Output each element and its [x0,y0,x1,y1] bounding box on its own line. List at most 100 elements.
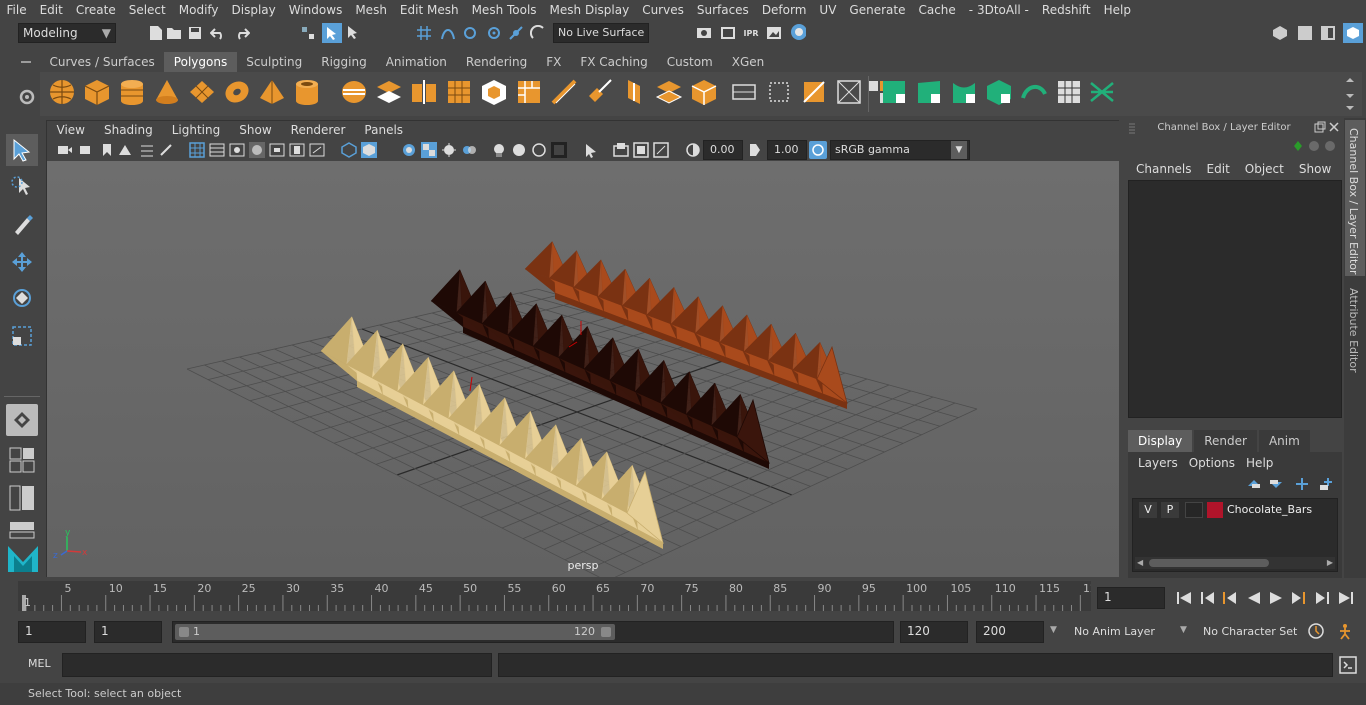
shelf-scroll-icon[interactable] [1345,76,1355,112]
anim-layer-dropdown[interactable]: No Anim Layer [1068,621,1176,643]
layer-menu-options[interactable]: Options [1185,454,1242,472]
green-cube-icon[interactable] [985,78,1013,106]
auto-key-icon[interactable] [1307,622,1325,640]
menu-help[interactable]: Help [1097,0,1137,20]
menu-cache[interactable]: Cache [912,0,962,20]
ipr-render-icon[interactable]: IPR [743,25,759,41]
script-editor-icon[interactable] [1339,656,1357,674]
channel-menu-edit[interactable]: Edit [1201,160,1239,178]
auto-map-uv-icon[interactable] [730,78,758,106]
resolution-gate-icon[interactable] [633,142,649,158]
playback-end-field[interactable]: 120 [900,621,968,643]
scroll-right-icon[interactable]: ▶ [1327,559,1333,567]
layer-scrollbar[interactable]: ◀ ▶ [1135,557,1335,569]
workspace-icon[interactable] [1272,25,1288,41]
snap-point-icon[interactable] [462,25,478,41]
planar-map-icon[interactable] [765,78,793,106]
anim-prefs-icon[interactable] [1336,622,1354,640]
shelf-tab-animation[interactable]: Animation [376,52,456,72]
time-slider[interactable]: 5 10 15 20 25 30 35 40 45 50 55 60 65 70 75 80 85 90 95 100… [18,581,1097,611]
image-plane-icon[interactable] [117,142,133,158]
gate-mask-icon[interactable] [653,142,669,158]
chevron-down-icon[interactable]: ▼ [1180,625,1187,635]
hypershade-icon[interactable] [790,24,806,40]
grid-toggle-icon[interactable] [139,142,155,158]
single-view-icon[interactable] [6,404,38,436]
smooth-shade-icon[interactable] [209,142,225,158]
target-weld-icon[interactable] [655,78,683,106]
channel-list[interactable] [1128,180,1342,418]
menu-uv[interactable]: UV [813,0,843,20]
camera-select-icon[interactable] [57,142,73,158]
isolate-icon[interactable] [289,142,305,158]
poly-sphere-icon[interactable] [48,78,76,106]
new-layer-icon[interactable] [1294,476,1310,492]
move-layer-up-icon[interactable] [1246,476,1262,492]
combine-icon[interactable] [340,78,368,106]
menu-modify[interactable]: Modify [172,0,225,20]
viewport-menu-lighting[interactable]: Lighting [162,123,230,137]
snap-view-plane-icon[interactable] [508,25,524,41]
exposure-icon[interactable] [685,142,701,158]
poly-cylinder-icon[interactable] [118,78,146,106]
menu-mesh-display[interactable]: Mesh Display [543,0,636,20]
menu-3dtoall[interactable]: - 3DtoAll - [962,0,1035,20]
shadows-icon[interactable] [229,142,245,158]
layer-tab-anim[interactable]: Anim [1258,430,1310,452]
go-to-start-icon[interactable] [1176,590,1192,606]
poly-torus-icon[interactable] [223,78,251,106]
layer-color-swatch[interactable] [1207,502,1223,518]
menu-deform[interactable]: Deform [755,0,813,20]
uv-editor-icon[interactable] [835,78,863,106]
poly-cube-icon[interactable] [83,78,111,106]
maya-logo-icon[interactable] [6,542,38,574]
attribute-editor-side-tab[interactable]: Attribute Editor [1345,282,1365,378]
four-view-icon[interactable] [6,444,38,476]
layer-menu-layers[interactable]: Layers [1134,454,1185,472]
layer-playback-toggle[interactable]: P [1161,502,1179,518]
menu-mesh-tools[interactable]: Mesh Tools [465,0,543,20]
shelf-tab-custom[interactable]: Custom [657,52,722,72]
attribute-toggle-icon[interactable] [1320,25,1336,41]
mode-dropdown[interactable]: Modeling ▼ [18,23,116,43]
layer-name[interactable]: Chocolate_Bars [1227,502,1312,518]
step-forward-key-icon[interactable] [1314,590,1330,606]
channel-box-side-tab[interactable]: Channel Box / Layer Editor [1345,120,1365,276]
menu-curves[interactable]: Curves [636,0,691,20]
channel-menu-show[interactable]: Show [1293,160,1340,178]
mel-label[interactable]: MEL [28,657,51,670]
insert-edge-loop-icon[interactable] [620,78,648,106]
shelf-tab-fx[interactable]: FX [537,52,571,72]
separate-icon[interactable] [375,78,403,106]
green-shape-icon-1[interactable] [915,78,943,106]
new-scene-icon[interactable] [148,25,164,41]
snap-grid-icon[interactable] [416,25,432,41]
xray-icon[interactable] [269,142,285,158]
menu-edit[interactable]: Edit [33,0,69,20]
viewport-menu-view[interactable]: View [47,123,94,137]
poly-pyramid-icon[interactable] [258,78,286,106]
shelf-gear-icon[interactable] [18,88,36,106]
viewport-menu-renderer[interactable]: Renderer [281,123,355,137]
render-settings-icon[interactable] [696,25,712,41]
viewport-menu-show[interactable]: Show [230,123,281,137]
color-space-dropdown[interactable]: sRGB gamma ▼ [830,140,970,160]
save-scene-icon[interactable] [187,25,203,41]
chevron-down-icon[interactable]: ▼ [1050,625,1057,635]
poly-cone-icon[interactable] [153,78,181,106]
move-layer-down-icon[interactable] [1268,476,1284,492]
anim-end-field[interactable]: 200 [976,621,1044,643]
paint-select-icon[interactable] [6,208,38,240]
range-handle-left[interactable] [179,627,189,637]
menu-select[interactable]: Select [122,0,172,20]
bookmark-icon[interactable] [99,142,115,158]
extrude-icon[interactable] [480,78,508,106]
snap-curve-icon[interactable] [440,25,456,41]
menu-surfaces[interactable]: Surfaces [690,0,755,20]
color-management-icon[interactable] [809,141,827,159]
rotate-tool-icon[interactable] [6,282,38,314]
lasso-tool-icon[interactable] [6,172,38,204]
menu-display[interactable]: Display [225,0,282,20]
shelf-tab-xgen[interactable]: XGen [722,52,774,72]
wireframe-icon[interactable] [189,142,205,158]
